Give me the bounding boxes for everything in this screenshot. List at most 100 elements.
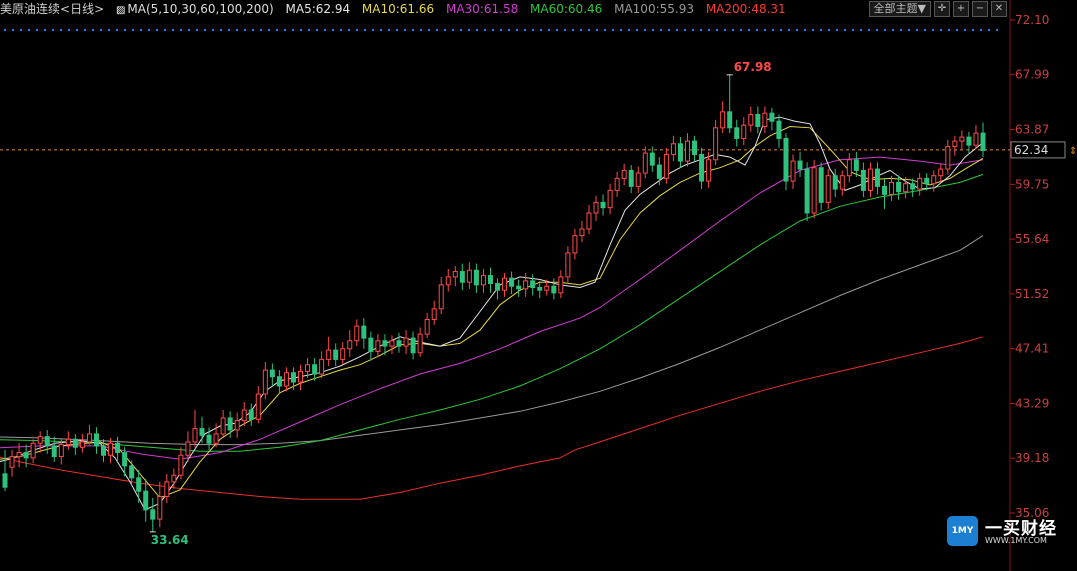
candle: [473, 263, 479, 293]
candle: [255, 386, 261, 424]
candle: [931, 170, 937, 192]
toolbar: 全部主题▼ ✛ + − ✕: [868, 1, 1007, 17]
high-label: 67.98: [734, 60, 772, 74]
candle-body: [269, 369, 275, 378]
y-axis-tick-label: 43.29: [1015, 396, 1049, 410]
candle-body: [593, 201, 599, 214]
candle: [30, 439, 36, 464]
candle-body: [572, 235, 578, 254]
candle-body: [72, 438, 78, 448]
candle: [93, 427, 99, 454]
candle-body: [58, 444, 64, 458]
candle: [79, 433, 85, 453]
candle: [818, 162, 824, 211]
candle: [811, 159, 817, 219]
ma100-value: MA100:55.93: [614, 2, 694, 16]
chart-header: 美原油连续<日线> ▨ MA(5,10,30,60,100,200) MA5:62…: [0, 0, 1010, 18]
candle: [410, 331, 416, 360]
candle-body: [839, 175, 845, 190]
instrument-name[interactable]: 美原油连续: [0, 2, 60, 16]
price-arrow-icon: ⇕: [1069, 146, 1077, 157]
candle: [340, 342, 346, 365]
candle: [727, 74, 733, 134]
candle-body: [621, 169, 627, 179]
candle-body: [368, 337, 374, 352]
candle-body: [896, 181, 902, 193]
candle-body: [333, 349, 339, 360]
indicator-icon[interactable]: ▨: [116, 5, 125, 16]
ma100-line: [0, 235, 984, 446]
candle: [44, 429, 50, 454]
candle: [966, 131, 972, 155]
chart-canvas[interactable]: 72.10 67.99 63.87 59.75 55.64 51.52 47.41 43.29…: [0, 0, 1077, 571]
candle: [452, 266, 458, 287]
candle: [368, 331, 374, 361]
kline-chart[interactable]: 72.10 67.99 63.87 59.75 55.64 51.52 47.41 43.29…: [0, 0, 1077, 571]
candle-body: [340, 348, 346, 360]
candle-body: [213, 433, 219, 444]
y-axis-tick-label: 55.64: [1015, 232, 1049, 246]
candle-body: [811, 167, 817, 214]
candle-body: [438, 284, 444, 310]
candle-body: [452, 271, 458, 278]
candle-body: [530, 280, 536, 289]
crosshair-icon[interactable]: ✛: [934, 1, 950, 17]
candle-body: [720, 111, 726, 129]
candle: [220, 409, 226, 437]
zoom-out-icon[interactable]: −: [972, 1, 988, 17]
candle-body: [248, 409, 254, 420]
candle-body: [445, 276, 451, 286]
candle-body: [523, 280, 529, 290]
candle-body: [677, 143, 683, 162]
candle-body: [326, 349, 332, 360]
candle: [959, 130, 965, 151]
candle: [298, 364, 304, 391]
candle: [938, 163, 944, 183]
candle: [495, 278, 501, 300]
candle-body: [157, 495, 163, 520]
zoom-in-icon[interactable]: +: [953, 1, 969, 17]
candle-body: [537, 287, 543, 291]
candle-body: [917, 177, 923, 190]
candle-body: [305, 364, 311, 372]
candle-body: [108, 442, 114, 456]
candle-body: [473, 269, 479, 286]
candle-body: [354, 325, 360, 342]
candle-body: [361, 325, 367, 339]
candle: [973, 125, 979, 150]
candle: [551, 278, 557, 300]
candle-body: [804, 168, 810, 214]
ma30-line: [0, 156, 984, 460]
candle: [480, 268, 486, 293]
candle: [867, 162, 873, 198]
close-icon[interactable]: ✕: [991, 1, 1007, 17]
candle: [600, 194, 606, 216]
candle-body: [44, 436, 50, 447]
candle-body: [487, 275, 493, 285]
candle-body: [23, 452, 29, 459]
candle-body: [16, 452, 22, 458]
candle-body: [241, 409, 247, 422]
candle-body: [509, 277, 515, 287]
candle-body: [586, 212, 592, 230]
candle: [755, 106, 761, 134]
candle-body: [164, 481, 170, 497]
candle: [713, 119, 719, 166]
candle: [663, 147, 669, 184]
candle-body: [931, 175, 937, 185]
candle: [769, 107, 775, 131]
candle: [614, 171, 620, 198]
candle-body: [945, 145, 951, 170]
ma30-value: MA30:61.58: [445, 2, 519, 16]
candle-body: [65, 438, 71, 446]
logo-url: WWW.1MY.COM: [985, 536, 1047, 545]
candle: [692, 135, 698, 162]
theme-select-button[interactable]: 全部主题▼: [868, 1, 931, 17]
candle: [241, 401, 247, 426]
candle-body: [417, 333, 423, 354]
candle-body: [502, 277, 508, 291]
candle-body: [276, 376, 282, 387]
candle: [804, 162, 810, 221]
candle: [361, 318, 367, 349]
period-label[interactable]: <日线>: [60, 2, 104, 16]
